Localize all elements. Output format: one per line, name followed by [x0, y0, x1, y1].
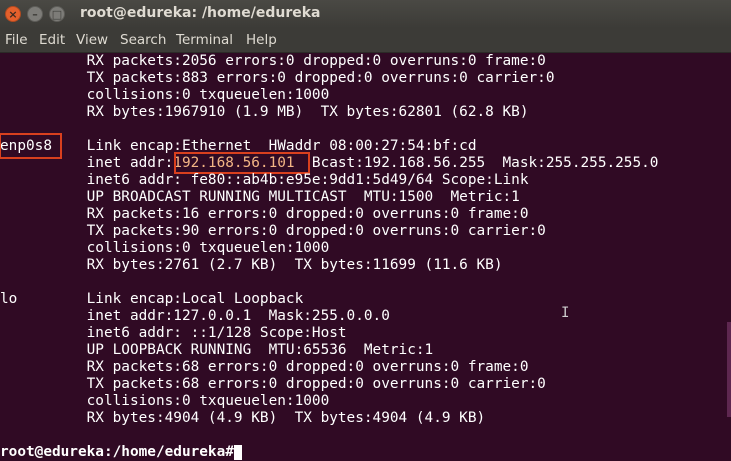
- maximize-icon: □: [51, 7, 63, 21]
- close-icon: ×: [8, 7, 18, 21]
- menu-terminal[interactable]: Terminal: [176, 32, 233, 48]
- menu-bar: File Edit View Search Terminal Help: [0, 28, 731, 53]
- output-line: RX packets:16 errors:0 dropped:0 overrun…: [0, 206, 529, 222]
- maximize-button[interactable]: □: [49, 6, 65, 22]
- window-title: root@edureka: /home/edureka: [80, 5, 321, 21]
- output-line: UP BROADCAST RUNNING MULTICAST MTU:1500 …: [0, 189, 520, 205]
- output-line: RX bytes:4904 (4.9 KB) TX bytes:4904 (4.…: [0, 410, 486, 426]
- menu-help[interactable]: Help: [246, 32, 277, 48]
- menu-view[interactable]: View: [76, 32, 108, 48]
- output-line: RX packets:68 errors:0 dropped:0 overrun…: [0, 359, 529, 375]
- title-bar[interactable]: × – □ root@edureka: /home/edureka: [0, 0, 731, 28]
- output-line: TX packets:90 errors:0 dropped:0 overrun…: [0, 223, 546, 239]
- output-line: Link encap:Local Loopback: [0, 291, 304, 307]
- output-line: inet6 addr: fe80::ab4b:e95e:9dd1:5d49/64…: [0, 172, 529, 188]
- close-button[interactable]: ×: [5, 6, 21, 22]
- output-line: UP LOOPBACK RUNNING MTU:65536 Metric:1: [0, 342, 434, 358]
- output-line: inet6 addr: ::1/128 Scope:Host: [0, 325, 347, 341]
- terminal-output[interactable]: RX packets:2056 errors:0 dropped:0 overr…: [0, 53, 731, 461]
- shell-prompt[interactable]: root@edureka:/home/edureka#: [0, 444, 242, 461]
- terminal-window: × – □ root@edureka: /home/edureka File E…: [0, 0, 731, 461]
- output-line: TX packets:68 errors:0 dropped:0 overrun…: [0, 376, 546, 392]
- menu-edit[interactable]: Edit: [39, 32, 65, 48]
- output-line: inet addr:127.0.0.1 Mask:255.0.0.0: [0, 308, 390, 324]
- output-line: TX packets:883 errors:0 dropped:0 overru…: [0, 70, 555, 86]
- inet-prefix: inet addr:: [0, 155, 174, 171]
- inet-line: inet addr:192.168.56.101 Bcast:192.168.5…: [0, 155, 659, 172]
- minimize-icon: –: [32, 7, 38, 21]
- inet-suffix: Bcast:192.168.56.255 Mask:255.255.255.0: [294, 155, 659, 171]
- text-cursor: [233, 444, 242, 460]
- output-line: RX bytes:2761 (2.7 KB) TX bytes:11699 (1…: [0, 257, 503, 273]
- mouse-ibeam-icon: I: [561, 305, 570, 321]
- minimize-button[interactable]: –: [27, 6, 43, 22]
- menu-file[interactable]: File: [5, 32, 28, 48]
- highlight-box-ip: [174, 152, 310, 174]
- output-line: RX packets:2056 errors:0 dropped:0 overr…: [0, 53, 546, 69]
- scrollbar[interactable]: [727, 322, 731, 417]
- output-line: RX bytes:1967910 (1.9 MB) TX bytes:62801…: [0, 104, 529, 120]
- prompt-text: root@edureka:/home/edureka#: [0, 444, 234, 460]
- output-line: collisions:0 txqueuelen:1000: [0, 87, 330, 103]
- output-line: collisions:0 txqueuelen:1000: [0, 393, 330, 409]
- output-line: collisions:0 txqueuelen:1000: [0, 240, 330, 256]
- menu-search[interactable]: Search: [120, 32, 166, 48]
